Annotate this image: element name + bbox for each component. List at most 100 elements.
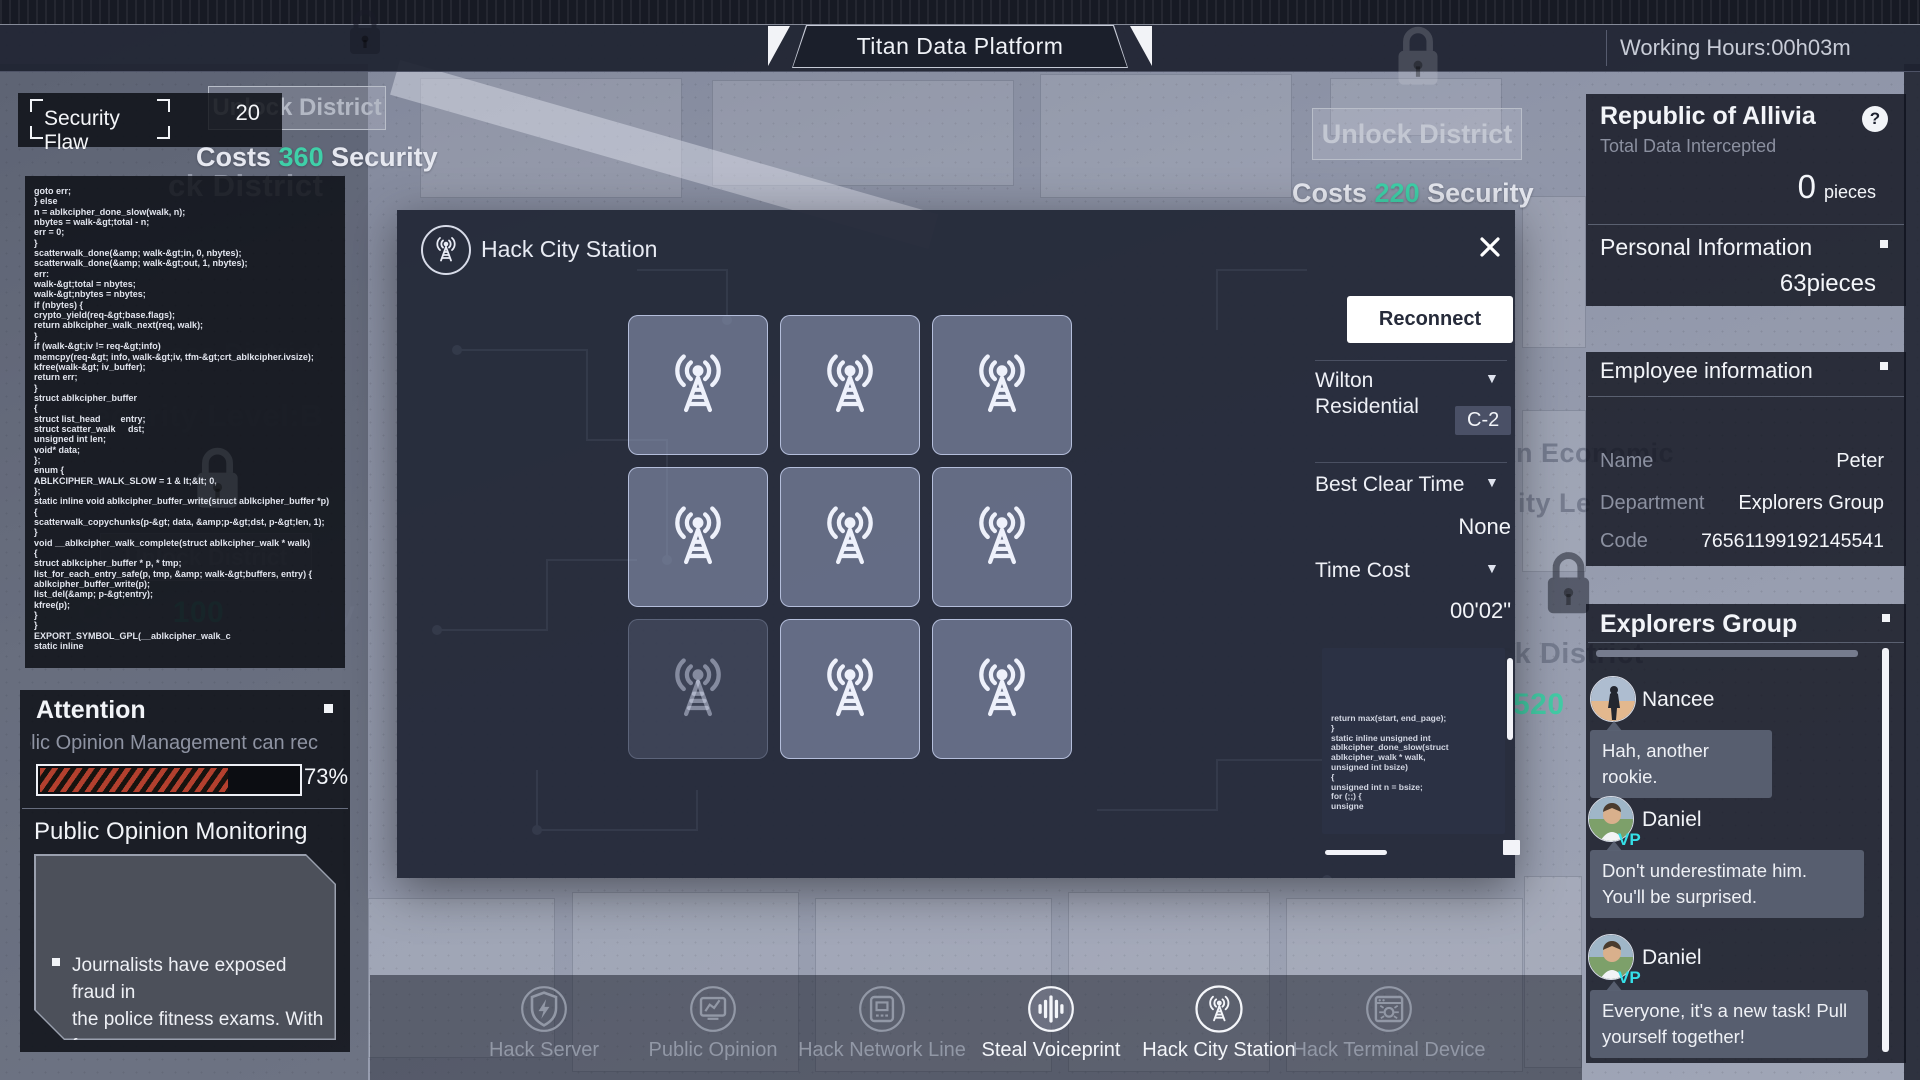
network-port-icon bbox=[858, 985, 906, 1033]
district-selector[interactable]: Wilton Residential bbox=[1315, 368, 1475, 420]
mini-code-box: return max(start, end_page);}static inli… bbox=[1322, 648, 1505, 834]
unlock-district-button-right[interactable]: Unlock District bbox=[1312, 108, 1522, 160]
background-label: 520 bbox=[1513, 688, 1565, 722]
district-name-line2: Residential bbox=[1315, 394, 1475, 420]
antenna-icon bbox=[1195, 985, 1243, 1033]
employee-row-value: 76561199192145541 bbox=[1701, 530, 1884, 553]
attention-marquee: blic Opinion Management can rec bbox=[30, 732, 340, 758]
app-title-frame: Titan Data Platform bbox=[792, 25, 1128, 68]
district-name-line1: Wilton bbox=[1315, 368, 1475, 394]
reconnect-button[interactable]: Reconnect bbox=[1347, 296, 1513, 343]
lock-icon bbox=[1392, 22, 1444, 90]
code-feed-lines: goto err;} elsen = ablkcipher_done_slow(… bbox=[34, 186, 345, 651]
station-tile[interactable] bbox=[780, 315, 920, 455]
costs-suffix: Security bbox=[324, 142, 438, 172]
best-clear-time-label[interactable]: Best Clear Time bbox=[1315, 472, 1464, 498]
employee-row-label: Name bbox=[1600, 450, 1653, 473]
code-feed-panel: goto err;} elsen = ablkcipher_done_slow(… bbox=[25, 176, 345, 668]
waveform-icon bbox=[1027, 985, 1075, 1033]
opinion-progress-fill bbox=[40, 768, 228, 792]
chat-sender-name: Nancee bbox=[1642, 688, 1714, 712]
station-tile[interactable] bbox=[628, 315, 768, 455]
republic-subtitle: Total Data Intercepted bbox=[1600, 136, 1776, 157]
chevron-down-icon[interactable]: ▼ bbox=[1485, 474, 1499, 490]
game-screen: Security Level:A ck District Business Di… bbox=[0, 0, 1920, 1080]
modal-scrollbar-horizontal[interactable] bbox=[1325, 850, 1387, 855]
station-tile[interactable] bbox=[932, 619, 1072, 759]
lock-icon bbox=[190, 443, 245, 513]
chevron-down-icon[interactable]: ▼ bbox=[1485, 370, 1499, 386]
time-cost-label[interactable]: Time Cost bbox=[1315, 558, 1410, 584]
toolbar-item-label: Hack Terminal Device bbox=[1292, 1039, 1485, 1062]
employee-panel: Employee information Name Peter Departme… bbox=[1586, 352, 1906, 566]
unlock-cost-right: Costs 220 Security bbox=[1292, 178, 1534, 209]
divider bbox=[1588, 224, 1904, 225]
top-texture-band bbox=[0, 0, 1920, 24]
panel-corner-square bbox=[324, 704, 333, 713]
chat-sender-name: Daniel bbox=[1642, 946, 1702, 970]
employee-row-label: Department bbox=[1600, 492, 1705, 515]
grid-code-badge: C-2 bbox=[1455, 406, 1511, 435]
divider bbox=[1588, 642, 1904, 643]
map-block bbox=[1040, 74, 1292, 198]
toolbar-item-public-opinion[interactable]: Public Opinion bbox=[628, 985, 798, 1062]
costs-value: 220 bbox=[1375, 178, 1420, 208]
chat-sender-name: Daniel bbox=[1642, 808, 1702, 832]
close-icon[interactable] bbox=[1473, 230, 1507, 264]
map-block bbox=[1522, 196, 1586, 348]
costs-prefix: Costs bbox=[1292, 178, 1375, 208]
chevron-down-icon[interactable]: ▼ bbox=[1485, 560, 1499, 576]
modal-scroll-handle[interactable] bbox=[1503, 840, 1520, 855]
chat-message: Everyone, it's a new task! Pull yourself… bbox=[1590, 990, 1868, 1058]
monitor-chart-icon bbox=[689, 985, 737, 1033]
station-tile[interactable] bbox=[780, 619, 920, 759]
panel-corner-square bbox=[1880, 362, 1888, 370]
divider bbox=[1315, 360, 1507, 361]
map-edge-strip bbox=[1904, 64, 1920, 1080]
background-label: ity Le bbox=[1518, 488, 1592, 519]
attention-heading: Attention bbox=[36, 696, 146, 725]
employee-row-value: Peter bbox=[1836, 450, 1884, 473]
costs-value: 360 bbox=[279, 142, 324, 172]
divider bbox=[22, 808, 348, 809]
costs-suffix: Security bbox=[1420, 178, 1534, 208]
best-clear-time-value: None bbox=[1315, 514, 1511, 540]
help-icon[interactable]: ? bbox=[1862, 106, 1888, 132]
station-tile[interactable] bbox=[932, 467, 1072, 607]
opinion-progress-bar bbox=[36, 764, 302, 796]
employee-row-label: Code bbox=[1600, 530, 1648, 553]
count-unit: pieces bbox=[1824, 182, 1876, 203]
toolbar-item-steal-voiceprint[interactable]: Steal Voiceprint bbox=[966, 985, 1136, 1062]
personal-info-amount: 63pieces bbox=[1780, 270, 1876, 298]
divider bbox=[1315, 462, 1507, 463]
hack-city-station-modal: Hack City Station Reconnect Wilton Resid… bbox=[397, 210, 1515, 878]
mini-code-lines: return max(start, end_page);}static inli… bbox=[1331, 714, 1505, 812]
chat-scrollbar-vertical[interactable] bbox=[1882, 648, 1889, 1052]
toolbar-item-label: Hack Network Line bbox=[798, 1039, 966, 1062]
mini-code-scrollbar-vertical[interactable] bbox=[1507, 658, 1513, 740]
public-opinion-heading: Public Opinion Monitoring bbox=[34, 818, 307, 846]
personal-info-heading: Personal Information bbox=[1600, 234, 1812, 261]
news-frame: Journalists have exposed fraud inthe pol… bbox=[34, 854, 336, 1040]
security-flaw-panel: Security Flaw 20 bbox=[18, 93, 282, 147]
count-value: 0 bbox=[1798, 168, 1816, 206]
action-toolbar: Hack Server Public Opinion Hack Network … bbox=[370, 975, 1582, 1080]
station-tile[interactable] bbox=[628, 619, 768, 759]
toolbar-item-hack-terminal-device[interactable]: Hack Terminal Device bbox=[1304, 985, 1474, 1062]
top-bar-divider bbox=[1606, 30, 1607, 66]
station-tile[interactable] bbox=[628, 467, 768, 607]
panel-corner-square bbox=[1880, 240, 1888, 248]
station-icon bbox=[421, 225, 471, 275]
title-right-marker bbox=[1130, 26, 1152, 66]
toolbar-item-hack-server[interactable]: Hack Server bbox=[459, 985, 629, 1062]
toolbar-item-label: Hack City Station bbox=[1142, 1039, 1295, 1062]
chat-top-scrollbar[interactable] bbox=[1596, 650, 1858, 657]
panel-corner-square bbox=[1882, 614, 1890, 622]
toolbar-item-label: Public Opinion bbox=[649, 1039, 778, 1062]
toolbar-item-hack-city-station[interactable]: Hack City Station bbox=[1134, 985, 1304, 1062]
station-tile[interactable] bbox=[932, 315, 1072, 455]
toolbar-item-hack-network-line[interactable]: Hack Network Line bbox=[797, 985, 967, 1062]
attention-panel: Attention blic Opinion Management can re… bbox=[20, 690, 350, 1052]
station-tile[interactable] bbox=[780, 467, 920, 607]
toolbar-item-label: Steal Voiceprint bbox=[982, 1039, 1121, 1062]
